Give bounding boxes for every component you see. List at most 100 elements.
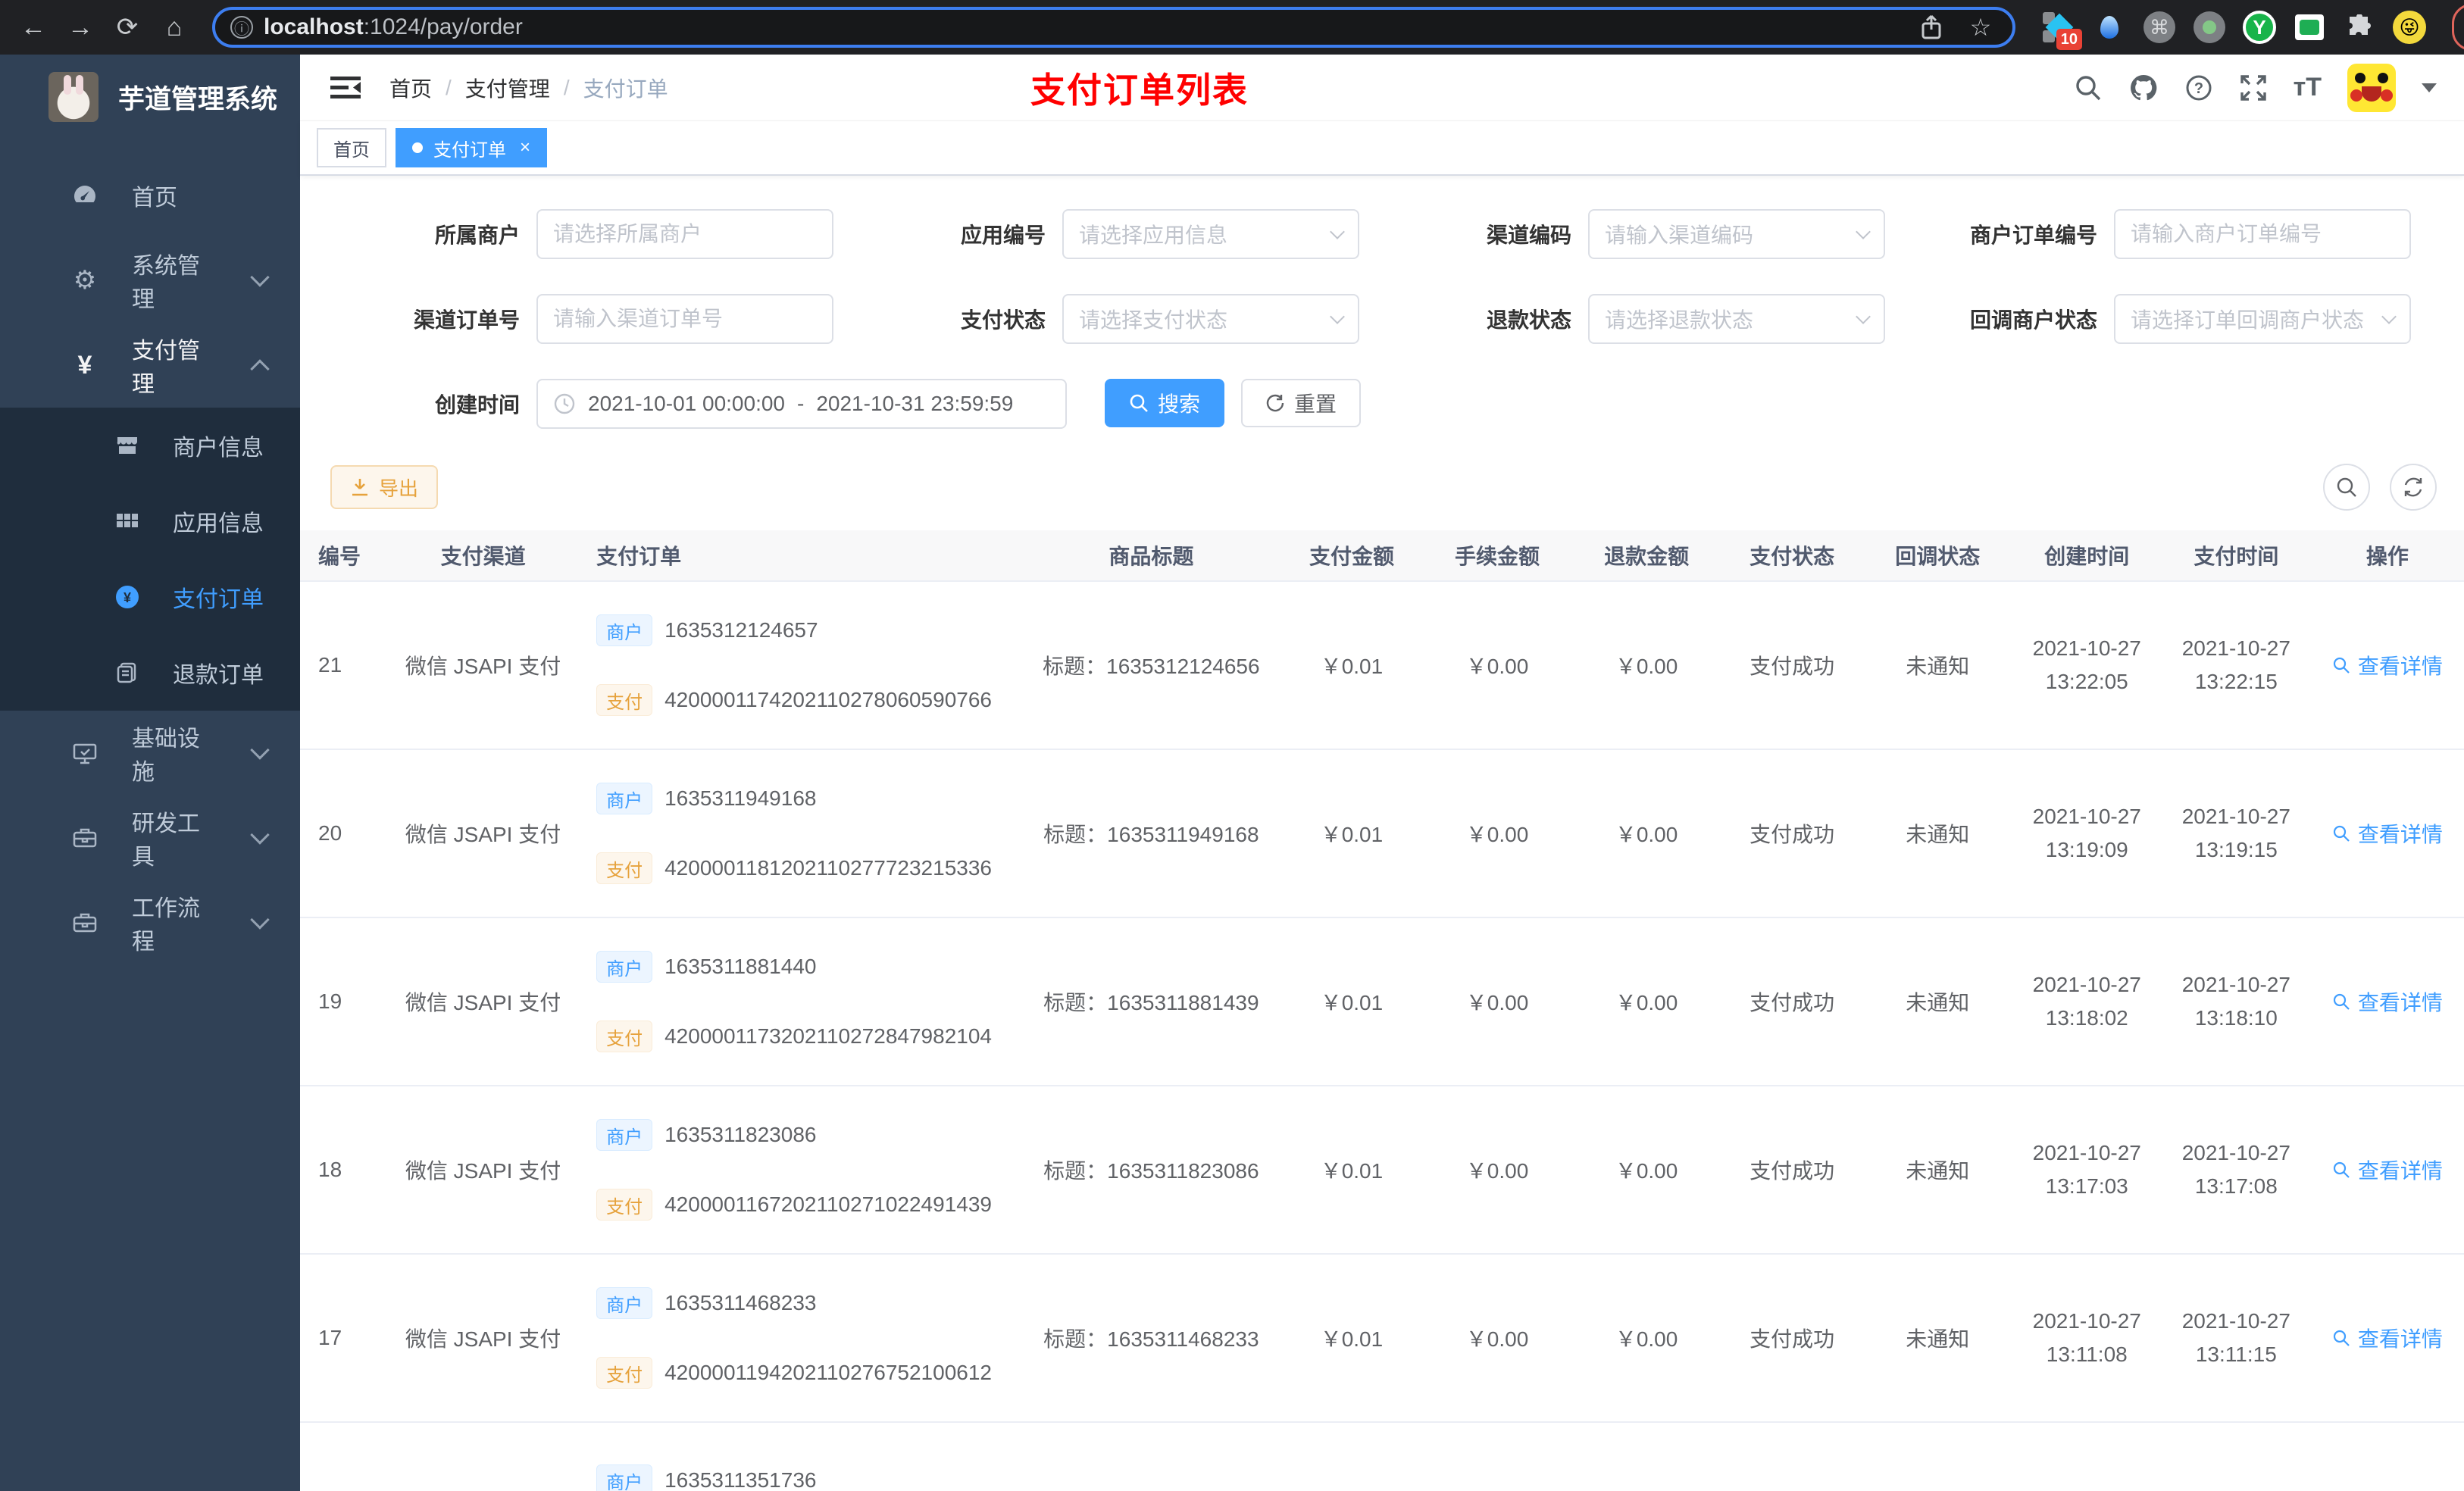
forward-icon[interactable]: → [61,8,100,47]
table-toolbar: 导出 [300,464,2464,511]
channel-order-no-input[interactable] [536,294,833,344]
table-row: 17 微信 JSAPI 支付 商户 1635311468233 支付 4200001… [300,1254,2464,1423]
chevron-down-icon [250,740,270,760]
extension-command-icon[interactable]: ⌘ [2143,11,2176,44]
channel-code-select[interactable]: 请输入渠道编码 [1588,209,1885,259]
sidebar-fold-icon[interactable] [330,75,361,101]
chevron-up-icon [250,359,270,379]
sidebar-item-app-info[interactable]: 应用信息 [0,483,300,559]
field-label: 渠道订单号 [413,308,520,332]
tag-pay-order[interactable]: 支付订单 × [396,128,548,167]
table-row: 20 微信 JSAPI 支付 商户 1635311949168 支付 4200001… [300,749,2464,918]
reload-icon[interactable]: ⟳ [108,8,147,47]
sidebar-item-merchant-info[interactable]: 商户信息 [0,408,300,483]
field-label: 商户订单编号 [1969,223,2097,247]
help-icon[interactable]: ? [2184,73,2213,102]
merchant-tag: 商户 [596,1119,653,1151]
pay-order-table: 编号 支付渠道 支付订单 商品标题 支付金额 手续金额 退款金额 支付状态 回调… [300,530,2464,1491]
chevron-down-icon [1856,309,1871,324]
app-logo: 芋道管理系统 [0,55,300,132]
sidebar-item-infra[interactable]: 基础设施 [0,711,300,796]
refund-status-select[interactable]: 请选择退款状态 [1588,294,1885,344]
merchant-input[interactable] [536,209,833,259]
store-icon [112,433,142,458]
document-icon [112,661,142,685]
view-detail-link[interactable]: 查看详情 [2332,818,2443,849]
search-icon[interactable] [2074,73,2103,102]
toggle-search-button[interactable] [2323,464,2370,511]
site-info-icon[interactable]: ⓘ [230,16,253,39]
bookmark-star-icon[interactable]: ☆ [1964,13,1997,42]
pay-tag: 支付 [596,684,653,716]
yen-icon: ¥ [77,350,92,380]
view-detail-link[interactable]: 查看详情 [2332,1323,2443,1353]
field-label: 创建时间 [434,393,520,417]
pay-status-select[interactable]: 请选择支付状态 [1062,294,1359,344]
address-bar[interactable]: ⓘ localhost:1024/pay/order ☆ [212,7,2015,48]
table-header-row: 编号 支付渠道 支付订单 商品标题 支付金额 手续金额 退款金额 支付状态 回调… [300,530,2464,582]
view-detail-link[interactable]: 查看详情 [2332,650,2443,680]
github-icon[interactable] [2128,73,2159,103]
browser-update-button[interactable]: 更新 [2452,4,2464,51]
svg-text:?: ? [2194,80,2203,97]
col-created: 创建时间 [2012,530,2162,582]
toolbox-icon [70,825,100,851]
view-detail-link[interactable]: 查看详情 [2332,986,2443,1017]
header-actions: ? тT [2074,63,2437,112]
table-row: 18 微信 JSAPI 支付 商户 1635311823086 支付 4200001… [300,1086,2464,1255]
extension-balloon-icon[interactable] [2093,11,2126,44]
sidebar-item-pay[interactable]: ¥ 支付管理 [0,323,300,408]
breadcrumb-home[interactable]: 首页 [389,73,432,103]
create-time-range-picker[interactable]: 2021-10-01 00:00:00 - 2021-10-31 23:59:5… [536,379,1067,429]
tag-close-icon[interactable]: × [520,137,530,158]
user-avatar[interactable] [2347,63,2396,112]
fullscreen-icon[interactable] [2239,73,2268,102]
sidebar-item-pay-order[interactable]: ¥ 支付订单 [0,559,300,635]
app-select[interactable]: 请选择应用信息 [1062,209,1359,259]
avatar-dropdown-caret-icon[interactable] [2422,83,2437,100]
notify-status-select[interactable]: 请选择订单回调商户状态 [2114,294,2411,344]
pay-tag: 支付 [596,852,653,884]
merchant-order-no-input[interactable] [2114,209,2411,259]
sidebar-item-system[interactable]: ⚙ 系统管理 [0,238,300,323]
chevron-down-icon [1330,224,1345,239]
export-button[interactable]: 导出 [330,465,439,509]
url-text: localhost:1024/pay/order [264,14,523,39]
magnifier-icon [2333,825,2350,842]
extension-y-icon[interactable]: Y [2243,11,2276,44]
breadcrumb: 首页 / 支付管理 / 支付订单 [389,73,668,103]
search-icon [2337,477,2356,497]
refresh-table-button[interactable] [2390,464,2437,511]
magnifier-icon [2333,993,2350,1010]
dashboard-icon [70,182,100,209]
font-size-icon[interactable]: тT [2294,73,2322,102]
reset-button[interactable]: 重置 [1241,379,1362,427]
extension-diamond-icon[interactable]: 10 [2043,11,2082,50]
breadcrumb-current: 支付订单 [583,77,668,101]
extensions-puzzle-icon[interactable] [2343,11,2376,44]
home-icon[interactable]: ⌂ [155,8,194,47]
extension-record-icon[interactable] [2193,11,2226,44]
search-button[interactable]: 搜索 [1105,379,1225,427]
logo-rabbit-image [48,72,98,122]
extension-badge: 10 [2056,29,2082,50]
sidebar-item-home[interactable]: 首页 [0,153,300,238]
col-fee: 手续金额 [1422,530,1572,582]
page-annotation-title: 支付订单列表 [1030,70,1249,110]
table-row: 21 微信 JSAPI 支付 商户 1635312124657 支付 4200001… [300,581,2464,750]
sidebar-item-refund-order[interactable]: 退款订单 [0,635,300,711]
sidebar-item-devtools[interactable]: 研发工具 [0,796,300,880]
toolbox-icon [70,910,100,936]
back-icon[interactable]: ← [14,8,53,47]
sidebar: 芋道管理系统 首页 ⚙ 系统管理 ¥ 支付管理 商户信息 应用信息 ¥ 支付订单… [0,55,300,1491]
view-detail-link[interactable]: 查看详情 [2332,1155,2443,1185]
share-icon[interactable] [1920,14,1953,40]
sidebar-item-workflow[interactable]: 工作流程 [0,880,300,965]
gear-icon: ⚙ [73,266,97,295]
col-channel: 支付渠道 [392,530,574,582]
browser-toolbar: ← → ⟳ ⌂ ⓘ localhost:1024/pay/order ☆ 10 … [0,0,2464,55]
profile-emoji-icon[interactable]: 😜 [2393,11,2426,44]
extension-chat-icon[interactable] [2293,11,2326,44]
tag-home[interactable]: 首页 [317,128,386,167]
col-amount: 支付金额 [1280,530,1423,582]
